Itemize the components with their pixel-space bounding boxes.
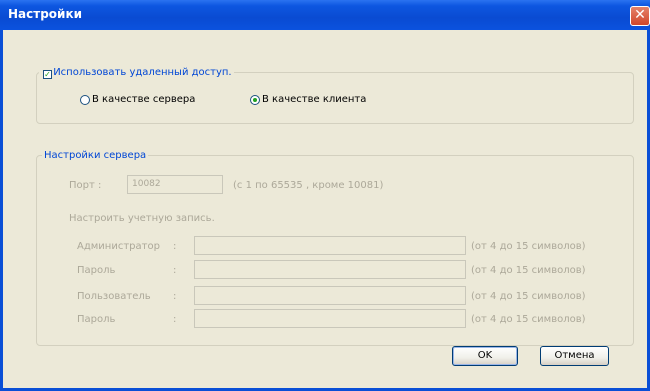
- remote-access-label[interactable]: Использовать удаленный доступ.: [53, 67, 231, 78]
- remote-access-checkbox[interactable]: ✓: [43, 70, 52, 79]
- close-icon: ✕: [634, 7, 646, 23]
- user-label: Пользователь: [77, 291, 151, 302]
- window-title: Настройки: [8, 7, 83, 21]
- dialog-body: ✓ Использовать удаленный доступ. В качес…: [3, 30, 647, 388]
- port-input[interactable]: 10082: [127, 175, 223, 194]
- title-bar[interactable]: Настройки ✕: [0, 0, 650, 30]
- user-colon: :: [173, 291, 177, 302]
- admin-password-hint: (от 4 до 15 символов): [471, 265, 586, 276]
- account-setup-label: Настроить учетную запись.: [69, 213, 215, 224]
- port-value: 10082: [132, 179, 161, 189]
- server-settings-legend: Настройки сервера: [42, 150, 149, 161]
- port-hint: (с 1 по 65535 , кроме 10081): [233, 180, 384, 191]
- port-label: Порт :: [69, 180, 102, 191]
- user-password-hint: (от 4 до 15 символов): [471, 314, 586, 325]
- client-mode-radio[interactable]: [250, 95, 260, 105]
- admin-input[interactable]: [194, 236, 466, 255]
- admin-hint: (от 4 до 15 символов): [471, 241, 586, 252]
- user-password-input[interactable]: [194, 309, 466, 328]
- close-button[interactable]: ✕: [630, 6, 650, 26]
- user-password-colon: :: [173, 314, 177, 325]
- user-hint: (от 4 до 15 символов): [471, 291, 586, 302]
- ok-button[interactable]: OK: [452, 346, 518, 366]
- admin-password-label: Пароль: [77, 265, 116, 276]
- user-password-label: Пароль: [77, 314, 116, 325]
- admin-password-colon: :: [173, 265, 177, 276]
- cancel-button[interactable]: Отмена: [540, 346, 609, 366]
- admin-password-input[interactable]: [194, 260, 466, 279]
- admin-label: Администратор: [77, 241, 160, 252]
- client-mode-label[interactable]: В качестве клиента: [262, 94, 366, 105]
- admin-colon: :: [173, 241, 177, 252]
- client-mode-radio-dot: [253, 98, 257, 102]
- server-mode-radio[interactable]: [80, 95, 90, 105]
- settings-window: Настройки ✕ ✓ Использовать удаленный дос…: [0, 0, 650, 391]
- remote-access-legend: ✓ Использовать удаленный доступ.: [39, 67, 234, 79]
- server-mode-label[interactable]: В качестве сервера: [92, 94, 195, 105]
- user-input[interactable]: [194, 286, 466, 305]
